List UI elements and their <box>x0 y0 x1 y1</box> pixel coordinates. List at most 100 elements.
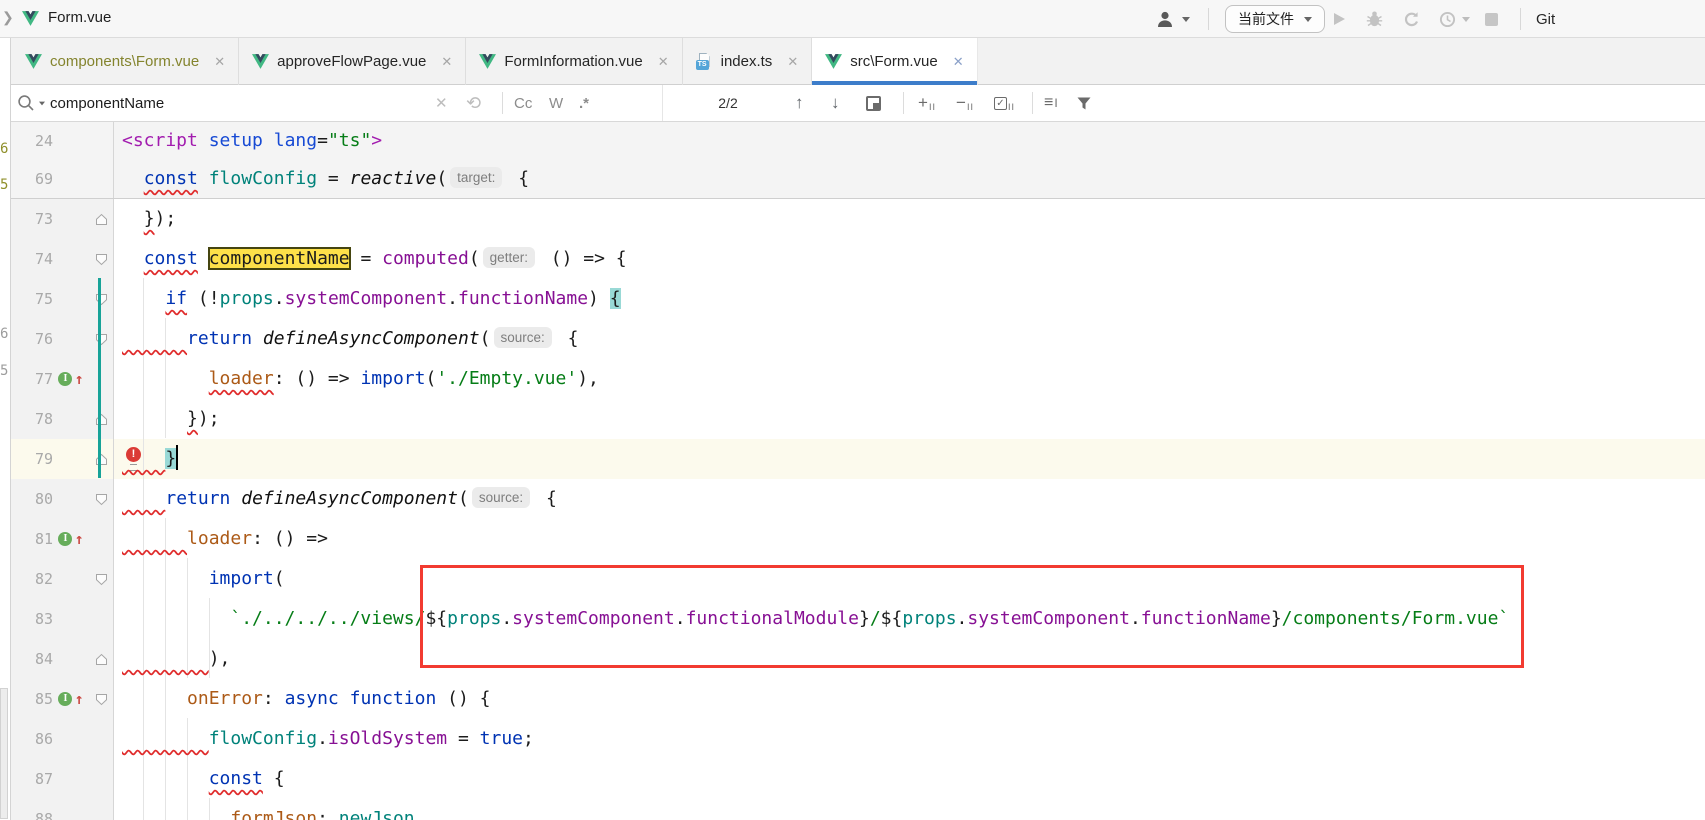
tab-close-icon[interactable]: ✕ <box>787 54 798 70</box>
implementation-marker-icon[interactable]: I <box>58 372 72 386</box>
code-line-69[interactable]: 69 const flowConfig = reactive(target: { <box>0 160 1705 198</box>
fold-column <box>89 599 113 639</box>
code-text[interactable]: onError: async function () { <box>114 679 491 719</box>
gutter-icons: I↑ <box>53 679 89 719</box>
code-text[interactable]: <script setup lang="ts"> <box>114 122 382 160</box>
open-in-find-window-button[interactable] <box>866 85 881 121</box>
next-occurrence-button[interactable]: ↓ <box>831 85 840 121</box>
clipped-text-fragment: 6 <box>0 325 10 343</box>
token: { <box>507 168 529 189</box>
tab-close-icon[interactable]: ✕ <box>214 54 225 70</box>
inlay-hint[interactable]: getter: <box>483 247 535 268</box>
code-line-74[interactable]: 74 const componentName = computed(getter… <box>0 239 1705 279</box>
fold-marker-icon[interactable] <box>89 319 113 359</box>
fold-marker-icon[interactable] <box>89 559 113 599</box>
clipped-text-fragment: 5 <box>0 362 10 380</box>
debug-button[interactable] <box>1365 0 1384 38</box>
code-text[interactable]: formJson: newJson, <box>114 799 425 820</box>
run-button[interactable] <box>1331 0 1347 38</box>
field-edge <box>662 85 663 121</box>
code-line-78[interactable]: 78 }); <box>0 399 1705 439</box>
implementation-marker-icon[interactable]: I <box>58 532 72 546</box>
code-line-87[interactable]: 87 const { <box>0 759 1705 799</box>
code-text[interactable]: const componentName = computed(getter: (… <box>114 239 627 279</box>
tab-close-icon[interactable]: ✕ <box>953 54 964 70</box>
select-all-occurrences-button[interactable]: ✓II <box>994 85 1015 121</box>
tab-close-icon[interactable]: ✕ <box>441 54 452 70</box>
tab-src-Form.vue[interactable]: src\Form.vue✕ <box>812 38 977 85</box>
remove-selection-button[interactable]: −II <box>956 85 974 121</box>
code-text[interactable]: return defineAsyncComponent(source: { <box>114 479 557 519</box>
user-account-button[interactable] <box>1156 0 1190 38</box>
token: formJson <box>230 808 317 820</box>
code-text[interactable]: return defineAsyncComponent(source: { <box>114 319 578 359</box>
fold-marker-icon[interactable] <box>89 439 113 479</box>
clear-search-icon[interactable]: ✕ <box>435 85 448 121</box>
previous-occurrence-button[interactable]: ↑ <box>795 85 804 121</box>
token: true <box>480 728 523 749</box>
tab-FormInformation.vue[interactable]: FormInformation.vue✕ <box>466 38 682 85</box>
code-text[interactable]: loader: () => <box>114 519 328 559</box>
vcs-change-marker[interactable] <box>98 278 101 478</box>
code-text[interactable]: import( <box>114 559 285 599</box>
inlay-hint[interactable]: source: <box>472 487 530 508</box>
code-line-88[interactable]: 88 formJson: newJson, <box>0 799 1705 820</box>
code-text[interactable]: const flowConfig = reactive(target: { <box>114 160 529 198</box>
code-text[interactable]: }); <box>114 199 176 239</box>
profiler-button[interactable] <box>1439 0 1470 38</box>
stop-button[interactable] <box>1485 0 1498 38</box>
token: <script <box>122 130 198 151</box>
add-selection-button[interactable]: +II <box>918 85 936 121</box>
code-line-24[interactable]: 24<script setup lang="ts"> <box>0 122 1705 160</box>
fold-column <box>89 122 113 160</box>
git-menu[interactable]: Git <box>1536 0 1555 38</box>
code-line-86[interactable]: 86 flowConfig.isOldSystem = true; <box>0 719 1705 759</box>
chevron-down-icon <box>1182 17 1190 22</box>
run-with-coverage-button[interactable] <box>1403 0 1421 38</box>
code-text[interactable]: }); <box>114 399 220 439</box>
gutter: 85I↑ <box>0 679 114 719</box>
gutter-icons <box>53 479 89 519</box>
search-input[interactable]: componentName <box>50 85 164 121</box>
filter-funnel-icon <box>1076 96 1092 111</box>
code-line-79[interactable]: 79 }! <box>0 439 1705 479</box>
run-configuration-combo[interactable]: 当前文件 <box>1225 0 1325 38</box>
code-text[interactable]: if (!props.systemComponent.functionName)… <box>114 279 621 319</box>
code-line-77[interactable]: 77I↑ loader: () => import('./Empty.vue')… <box>0 359 1705 399</box>
code-line-75[interactable]: 75 if (!props.systemComponent.functionNa… <box>0 279 1705 319</box>
inlay-hint[interactable]: target: <box>450 167 502 188</box>
code-line-85[interactable]: 85I↑ onError: async function () { <box>0 679 1705 719</box>
tab-components-Form.vue[interactable]: components\Form.vue✕ <box>12 38 239 85</box>
fold-marker-icon[interactable] <box>89 399 113 439</box>
regex-toggle[interactable]: .* <box>579 85 589 121</box>
implementation-marker-icon[interactable]: I <box>58 692 72 706</box>
search-in-selection-button[interactable]: ≡I <box>1044 85 1058 121</box>
code-text[interactable]: flowConfig.isOldSystem = true; <box>114 719 534 759</box>
code-line-80[interactable]: 80 return defineAsyncComponent(source: { <box>0 479 1705 519</box>
fold-marker-icon[interactable] <box>89 239 113 279</box>
code-line-81[interactable]: 81I↑ loader: () => <box>0 519 1705 559</box>
token: } <box>165 448 176 469</box>
tab-approveFlowPage.vue[interactable]: approveFlowPage.vue✕ <box>239 38 466 85</box>
gutter-icons: I↑ <box>53 519 89 559</box>
code-text[interactable]: } <box>114 439 178 479</box>
code-text[interactable]: loader: () => import('./Empty.vue'), <box>114 359 599 399</box>
fold-marker-icon[interactable] <box>89 639 113 679</box>
filter-search-results-button[interactable] <box>1076 85 1092 121</box>
fold-marker-icon[interactable] <box>89 679 113 719</box>
fold-marker-icon[interactable] <box>89 279 113 319</box>
tab-close-icon[interactable]: ✕ <box>658 54 669 70</box>
inlay-hint[interactable]: source: <box>494 327 552 348</box>
tab-index.ts[interactable]: TSindex.ts✕ <box>683 38 813 85</box>
match-case-toggle[interactable]: Cc <box>514 85 532 121</box>
search-options-button[interactable] <box>16 85 46 121</box>
fold-marker-icon[interactable] <box>89 199 113 239</box>
code-line-76[interactable]: 76 return defineAsyncComponent(source: { <box>0 319 1705 359</box>
fold-marker-icon[interactable] <box>89 479 113 519</box>
whole-words-toggle[interactable]: W <box>549 85 563 121</box>
search-history-icon[interactable]: ⟲ <box>466 85 481 121</box>
editor[interactable]: 24<script setup lang="ts">69 const flowC… <box>0 122 1705 820</box>
code-text[interactable]: ), <box>114 639 230 679</box>
code-line-73[interactable]: 73 }); <box>0 199 1705 239</box>
code-text[interactable]: const { <box>114 759 285 799</box>
